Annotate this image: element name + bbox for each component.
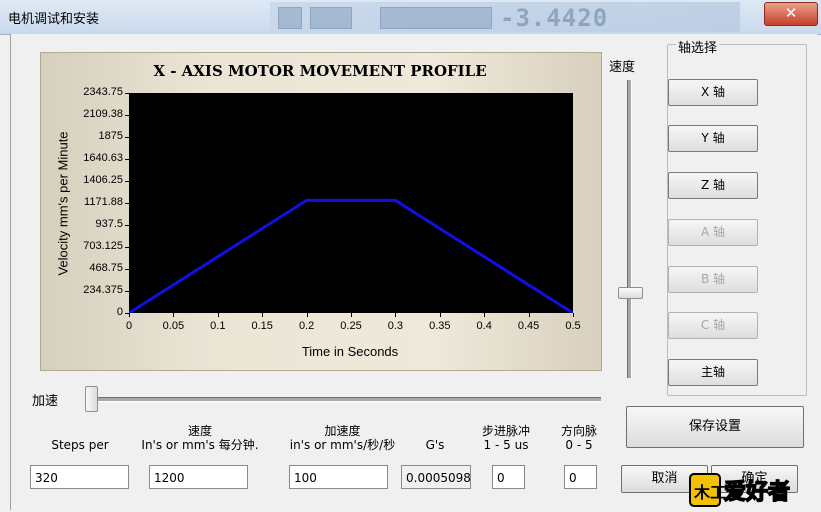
chart-title: X - AXIS MOTOR MOVEMENT PROFILE xyxy=(153,62,487,80)
speed-slider-track[interactable] xyxy=(627,80,632,378)
close-icon: ✕ xyxy=(784,4,798,22)
chart-x-tick-label: 0.45 xyxy=(517,320,540,332)
chart-x-tick-label: 0.05 xyxy=(162,320,185,332)
chart-y-tick-mark xyxy=(125,181,129,182)
chart-y-tick-label: 2109.38 xyxy=(83,108,123,120)
chart-y-tick-label: 1640.63 xyxy=(83,152,123,164)
chart-x-tick-mark xyxy=(217,313,219,317)
chart-x-tick-mark xyxy=(528,313,530,317)
accel-slider-label: 加速 xyxy=(32,394,59,409)
acceleration-label-title: 加速度 xyxy=(324,424,361,438)
g-label: G's xyxy=(425,438,445,452)
chart-y-tick-mark xyxy=(125,137,129,138)
chart-y-tick-label: 1406.25 xyxy=(83,174,123,186)
chart-x-tick-mark xyxy=(395,313,397,317)
chart-plot-area xyxy=(129,93,573,313)
chart-x-tick-label: 0.3 xyxy=(387,320,404,332)
axis-x-button[interactable]: X 轴 xyxy=(668,79,758,106)
axis-b-button[interactable]: B 轴 xyxy=(668,266,758,293)
velocity-input[interactable]: 1200 xyxy=(149,465,248,489)
axis-c-button[interactable]: C 轴 xyxy=(668,312,758,339)
chart-y-tick-label: 0 xyxy=(116,306,123,318)
chart-y-tick-mark xyxy=(125,115,129,116)
chart-y-tick-mark xyxy=(125,203,129,204)
step-pulse-label-title: 步进脉冲 xyxy=(481,424,530,438)
axis-a-button[interactable]: A 轴 xyxy=(668,219,758,246)
chart-y-tick-mark xyxy=(125,247,129,248)
accel-slider-track[interactable] xyxy=(86,397,601,402)
axis-select-title: 轴选择 xyxy=(676,37,720,56)
chart-y-tick-mark xyxy=(125,291,129,292)
axis-y-button[interactable]: Y 轴 xyxy=(668,125,758,152)
chart-y-tick-label: 2343.75 xyxy=(83,86,123,98)
window-title: 电机调试和安装 xyxy=(8,12,100,27)
spindle-button[interactable]: 主轴 xyxy=(668,359,758,386)
save-settings-button[interactable]: 保存设置 xyxy=(626,406,804,448)
chart-svg xyxy=(129,198,573,313)
background-block xyxy=(310,7,352,29)
chart-x-tick-label: 0.25 xyxy=(340,320,362,332)
chart-x-tick-mark xyxy=(306,313,308,317)
chart-x-tick-mark xyxy=(129,313,130,317)
steps-per-label: Steps per xyxy=(51,438,109,452)
g-readout: 0.0005098 xyxy=(401,465,471,489)
chart-x-tick-mark xyxy=(573,313,574,317)
chart-point xyxy=(393,198,397,202)
accel-slider-thumb[interactable] xyxy=(85,386,99,412)
background-block xyxy=(380,7,492,29)
dir-pulse-label-range: 0 - 5 xyxy=(565,438,593,452)
chart-y-tick-label: 1171.88 xyxy=(84,196,123,208)
steps-per-input[interactable]: 320 xyxy=(30,465,129,489)
chart-x-tick-mark xyxy=(439,313,441,317)
watermark-text: 爱好者 xyxy=(724,479,790,505)
step-pulse-label: 步进脉冲 1 - 5 us xyxy=(472,424,540,452)
chart-y-tick-label: 703.125 xyxy=(83,240,123,252)
chart-x-tick-label: 0.5 xyxy=(565,320,581,332)
chart-y-tick-mark xyxy=(125,93,129,94)
velocity-label-title: 速度 xyxy=(187,424,212,438)
acceleration-label: 加速度 in's or mm's/秒/秒 xyxy=(280,424,405,452)
chart-x-tick-mark xyxy=(351,313,352,317)
step-pulse-label-range: 1 - 5 us xyxy=(483,438,529,452)
chart-x-tick-mark xyxy=(173,313,175,317)
chart-x-tick-mark xyxy=(262,313,264,317)
watermark-logo: 木工 爱好者 xyxy=(689,473,791,507)
chart-y-tick-label: 234.375 xyxy=(83,284,123,296)
chart-y-tick-mark xyxy=(125,225,129,226)
background-block xyxy=(278,7,302,29)
chart-y-tick-mark xyxy=(125,159,129,160)
acceleration-input[interactable]: 100 xyxy=(289,465,388,489)
chart-x-tick-label: 0.2 xyxy=(298,320,315,332)
speed-slider-thumb[interactable] xyxy=(618,286,643,299)
watermark-logo-char: 木工 xyxy=(693,483,726,502)
chart-x-tick-label: 0.35 xyxy=(429,320,451,332)
dir-pulse-label-title: 方向脉 xyxy=(560,424,597,438)
chart-y-tick-label: 1875 xyxy=(98,130,123,142)
background-dro-digits: -3.4420 xyxy=(500,4,609,32)
chart-x-tick-mark xyxy=(484,313,486,317)
background-window-strip: -3.4420 xyxy=(270,2,740,32)
axis-z-button[interactable]: Z 轴 xyxy=(668,172,758,199)
chart-y-tick-mark xyxy=(125,269,129,270)
chart-point xyxy=(305,198,309,202)
acceleration-label-units: in's or mm's/秒/秒 xyxy=(289,438,396,452)
chart-y-tick-label: 468.75 xyxy=(89,262,123,274)
chart-x-axis-label: Time in Seconds xyxy=(301,344,399,359)
title-bar: -3.4420 电机调试和安装 ✕ xyxy=(0,0,821,35)
speed-slider-label: 速度 xyxy=(609,60,636,75)
chart-x-tick-label: 0.1 xyxy=(210,320,226,332)
step-pulse-input[interactable]: 0 xyxy=(492,465,525,489)
chart-x-tick-label: 0 xyxy=(125,320,133,332)
close-button[interactable]: ✕ xyxy=(764,2,818,26)
chart-y-tick-label: 937.5 xyxy=(95,218,123,230)
chart-x-tick-label: 0.15 xyxy=(251,320,273,332)
chart-x-tick-label: 0.4 xyxy=(476,320,492,332)
dir-pulse-input[interactable]: 0 xyxy=(564,465,597,489)
chart-series-line xyxy=(129,198,573,313)
dir-pulse-label: 方向脉 0 - 5 xyxy=(548,424,610,452)
velocity-label-units: In's or mm's 每分钟. xyxy=(141,438,259,452)
velocity-label: 速度 In's or mm's 每分钟. xyxy=(140,424,260,452)
